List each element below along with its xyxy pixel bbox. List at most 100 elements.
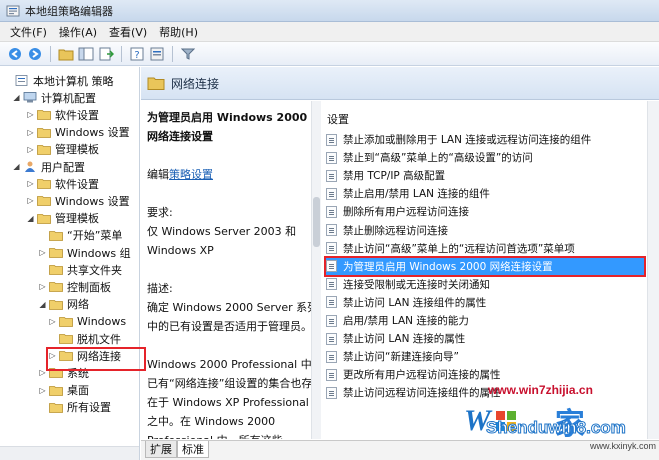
setting-row[interactable]: 禁止添加或删除用于 LAN 连接或远程访问连接的组件 bbox=[326, 131, 644, 148]
tree-item[interactable]: ◢ 管理模板 bbox=[26, 210, 99, 227]
edit-prefix: 编辑 bbox=[147, 168, 169, 181]
tree-item[interactable]: ▷ Windows 设置 bbox=[26, 124, 129, 141]
tree-item[interactable]: ▷ 桌面 bbox=[38, 382, 89, 399]
expand-toggle-icon[interactable]: ▷ bbox=[26, 145, 35, 154]
menu-action[interactable]: 操作(A) bbox=[53, 24, 103, 40]
scrollbar-thumb[interactable] bbox=[313, 197, 320, 247]
policy-setting-icon bbox=[326, 278, 337, 291]
properties-icon[interactable] bbox=[148, 45, 166, 63]
export-list-icon[interactable] bbox=[97, 45, 115, 63]
setting-row[interactable]: 禁止访问“新建连接向导” bbox=[326, 348, 644, 365]
setting-label: 更改所有用户远程访问连接的属性 bbox=[343, 369, 501, 382]
tree-item[interactable]: “开始”菜单 bbox=[38, 227, 122, 244]
watermark-shenduwin8: Shenduwin8.com bbox=[486, 418, 627, 438]
expand-toggle-icon[interactable]: ◢ bbox=[12, 162, 21, 171]
description-scrollbar[interactable] bbox=[311, 101, 321, 439]
forward-arrow-icon[interactable] bbox=[26, 45, 44, 63]
policy-setting-icon bbox=[326, 368, 337, 381]
policy-icon bbox=[15, 75, 28, 86]
setting-label: 禁止访问 LAN 连接组件的属性 bbox=[343, 296, 487, 309]
tree-item[interactable]: ▷ 控制面板 bbox=[38, 278, 111, 295]
setting-row[interactable]: 删除所有用户远程访问连接 bbox=[326, 203, 644, 220]
tree-item[interactable]: ◢ 计算机配置 bbox=[12, 89, 96, 106]
expand-toggle-icon[interactable]: ◢ bbox=[38, 300, 47, 309]
policy-setting-icon bbox=[326, 296, 337, 309]
expand-toggle-icon[interactable]: ▷ bbox=[38, 386, 47, 395]
expand-toggle-icon[interactable]: ▷ bbox=[48, 317, 57, 326]
tree-item[interactable]: 共享文件夹 bbox=[38, 261, 122, 278]
tree-item[interactable]: ◢ 网络 bbox=[38, 296, 89, 313]
edit-policy-link[interactable]: 策略设置 bbox=[169, 168, 213, 181]
setting-label: 为管理员启用 Windows 2000 网络连接设置 bbox=[343, 260, 553, 273]
tree-item[interactable]: 脱机文件 bbox=[48, 330, 121, 347]
tree-item-label: Windows 设置 bbox=[55, 194, 130, 208]
setting-label: 连接受限制或无连接时关闭通知 bbox=[343, 278, 490, 291]
help-icon[interactable]: ? bbox=[128, 45, 146, 63]
setting-row[interactable]: 禁用 TCP/IP 高级配置 bbox=[326, 167, 644, 184]
setting-row-selected[interactable]: 为管理员启用 Windows 2000 网络连接设置 bbox=[324, 255, 646, 277]
expand-toggle-icon[interactable]: ▷ bbox=[38, 248, 47, 257]
tree-item[interactable]: ◢ 用户配置 bbox=[12, 158, 85, 175]
tree-item-label: 用户配置 bbox=[41, 160, 85, 174]
filter-icon[interactable] bbox=[179, 45, 197, 63]
tree-item[interactable]: 本地计算机 策略 bbox=[4, 72, 114, 89]
policy-setting-icon bbox=[326, 332, 337, 345]
highlight-box-tree bbox=[46, 347, 146, 371]
setting-row[interactable]: 连接受限制或无连接时关闭通知 bbox=[326, 276, 644, 293]
folder-icon bbox=[147, 77, 165, 90]
expand-toggle-icon[interactable]: ▷ bbox=[26, 128, 35, 137]
settings-column-header[interactable]: 设置 bbox=[327, 111, 349, 127]
policy-setting-icon bbox=[326, 187, 337, 200]
expand-toggle-icon[interactable]: ◢ bbox=[26, 214, 35, 223]
tree-item-label: 网络 bbox=[67, 298, 89, 312]
up-folder-icon[interactable] bbox=[57, 45, 75, 63]
setting-row[interactable]: 禁止访问“高级”菜单上的“远程访问首选项”菜单项 bbox=[326, 240, 644, 257]
expand-toggle-icon[interactable]: ▷ bbox=[26, 196, 35, 205]
tree-item[interactable]: ▷ 软件设置 bbox=[26, 106, 99, 123]
expand-toggle-icon[interactable]: ▷ bbox=[26, 179, 35, 188]
settings-scrollbar[interactable] bbox=[647, 101, 659, 439]
tree-item[interactable]: ▷ Windows 设置 bbox=[26, 192, 130, 209]
menu-view[interactable]: 查看(V) bbox=[103, 24, 153, 40]
expand-toggle-icon[interactable]: ▷ bbox=[26, 110, 35, 119]
tab-extended[interactable]: 扩展 bbox=[145, 441, 177, 458]
policy-setting-icon bbox=[326, 151, 337, 164]
requirements-label: 要求: bbox=[147, 206, 173, 219]
tree-item[interactable]: ▷ Windows bbox=[48, 313, 126, 330]
tree-item[interactable]: 所有设置 bbox=[38, 399, 111, 416]
setting-label: 禁止添加或删除用于 LAN 连接或远程访问连接的组件 bbox=[343, 134, 592, 146]
folder-icon bbox=[49, 248, 63, 258]
setting-label: 禁止删除远程访问连接 bbox=[343, 224, 448, 237]
setting-row[interactable]: 禁止到“高级”菜单上的“高级设置”的访问 bbox=[326, 149, 644, 166]
tab-standard[interactable]: 标准 bbox=[177, 441, 209, 458]
tree-item-label: 管理模板 bbox=[55, 143, 99, 157]
setting-row[interactable]: 禁止访问 LAN 连接的属性 bbox=[326, 330, 644, 347]
tree-item[interactable]: ▷ Windows 组 bbox=[38, 244, 130, 261]
tree-item-label: Windows bbox=[77, 314, 127, 328]
setting-label: 启用/禁用 LAN 连接的能力 bbox=[343, 315, 469, 327]
menu-help[interactable]: 帮助(H) bbox=[153, 24, 204, 40]
setting-row[interactable]: 禁止访问 LAN 连接组件的属性 bbox=[326, 294, 644, 311]
setting-row[interactable]: 禁止启用/禁用 LAN 连接的组件 bbox=[326, 185, 644, 202]
setting-row[interactable]: 启用/禁用 LAN 连接的能力 bbox=[326, 312, 644, 329]
panel-title: 网络连接 bbox=[171, 76, 220, 91]
setting-row[interactable]: 更改所有用户远程访问连接的属性 bbox=[326, 366, 644, 383]
tree-item[interactable]: ▷ 管理模板 bbox=[26, 141, 99, 158]
menu-file[interactable]: 文件(F) bbox=[4, 24, 53, 40]
setting-row[interactable]: 禁止删除远程访问连接 bbox=[326, 222, 644, 239]
expand-toggle-icon[interactable]: ◢ bbox=[12, 93, 21, 102]
expand-toggle-icon[interactable]: ▷ bbox=[38, 282, 47, 291]
tree-horizontal-scrollbar[interactable] bbox=[0, 446, 139, 460]
setting-label: 禁止访问“高级”菜单上的“远程访问首选项”菜单项 bbox=[343, 242, 575, 255]
tree-item-label: 管理模板 bbox=[55, 212, 99, 226]
show-hide-tree-icon[interactable] bbox=[77, 45, 95, 63]
folder-icon bbox=[37, 196, 51, 207]
toolbar: ? bbox=[0, 42, 659, 66]
menu-bar: 文件(F) 操作(A) 查看(V) 帮助(H) bbox=[0, 22, 659, 42]
tree-item[interactable]: ▷ 软件设置 bbox=[26, 175, 99, 192]
policy-setting-icon bbox=[326, 224, 337, 236]
requirements-text: 仅 Windows Server 2003 和 Windows XP bbox=[147, 225, 297, 257]
svg-text:?: ? bbox=[134, 50, 139, 61]
description-label: 描述: bbox=[147, 282, 173, 295]
back-arrow-icon[interactable] bbox=[6, 45, 24, 63]
